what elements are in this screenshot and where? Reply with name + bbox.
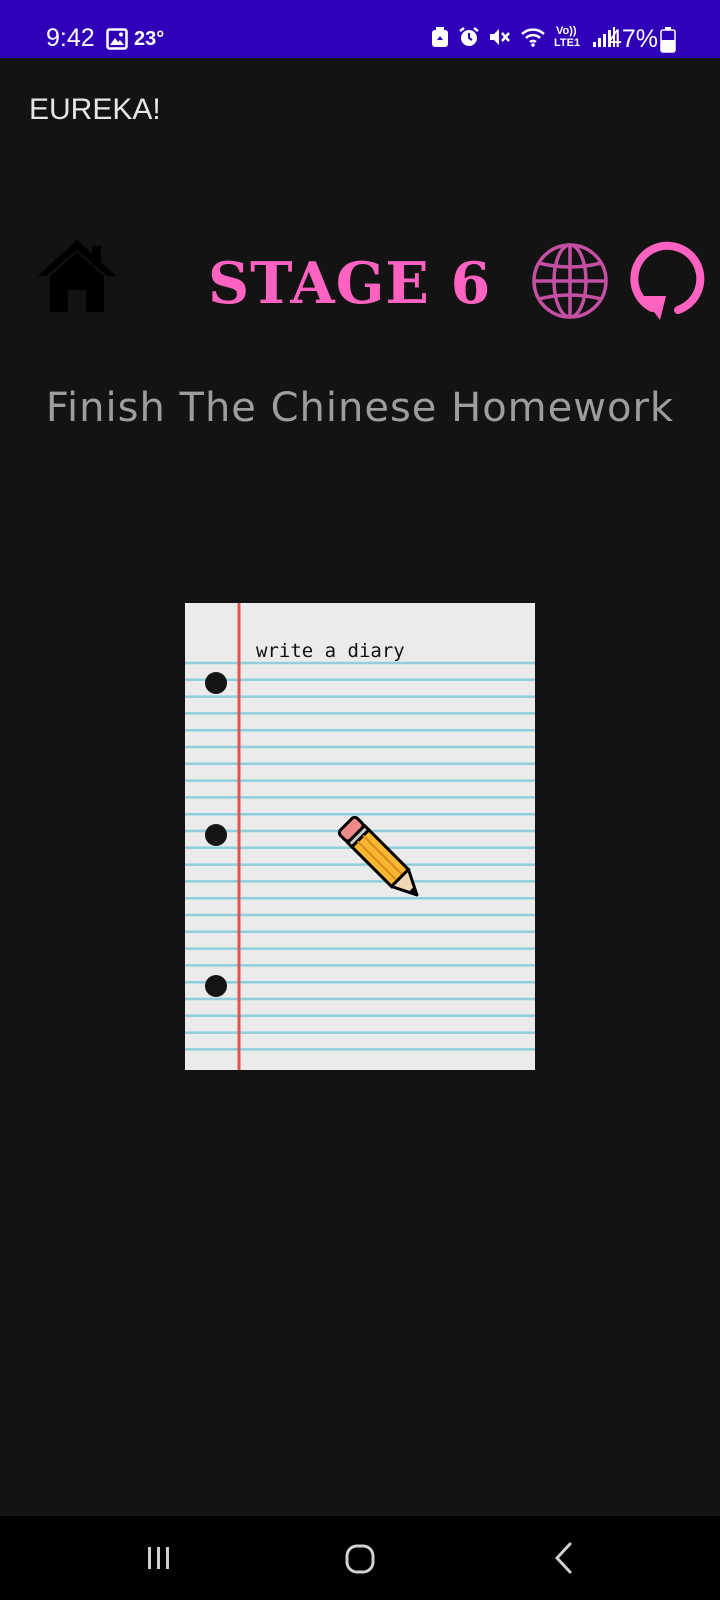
- game-screen: 9:42 23° Vo)) LTE1 47% EUREKA! STAGE 6 F…: [0, 0, 720, 1600]
- alarm-icon: [458, 26, 480, 52]
- language-button[interactable]: [530, 241, 610, 321]
- home-icon: [38, 240, 116, 312]
- home-circle-icon: [345, 1544, 375, 1574]
- status-time: 9:42: [46, 24, 95, 52]
- system-home-button[interactable]: [336, 1534, 384, 1582]
- wifi-icon: [520, 26, 546, 52]
- restart-button[interactable]: [626, 238, 706, 322]
- lte-bottom-label: LTE1: [554, 37, 581, 49]
- navigation-bar: [0, 1516, 720, 1600]
- status-icons: Vo)) LTE1: [430, 25, 616, 52]
- binder-hole: [205, 672, 227, 694]
- app-title: EUREKA!: [29, 93, 161, 126]
- status-temperature: 23°: [134, 28, 165, 50]
- status-bar: 9:42 23° Vo)) LTE1 47%: [0, 0, 720, 58]
- notebook-page[interactable]: write a diary: [185, 603, 535, 1070]
- binder-hole: [205, 975, 227, 997]
- level-title: Finish The Chinese Homework: [45, 385, 675, 431]
- mute-icon: [488, 26, 512, 52]
- lte-icon: Vo)) LTE1: [554, 25, 584, 51]
- notebook-caption: write a diary: [256, 640, 405, 662]
- back-button[interactable]: [540, 1534, 588, 1582]
- home-button[interactable]: [36, 238, 118, 314]
- pencil-icon: [337, 815, 419, 897]
- globe-icon: [532, 243, 608, 319]
- gallery-icon: [106, 28, 128, 54]
- lte-top-label: Vo)): [556, 25, 577, 37]
- restart-icon: [630, 241, 705, 320]
- back-icon: [554, 1542, 572, 1574]
- pencil-button[interactable]: [335, 813, 431, 909]
- recycle-icon: [430, 26, 450, 52]
- recents-button[interactable]: [135, 1534, 183, 1582]
- binder-hole: [205, 824, 227, 846]
- battery-percent: 47%: [608, 25, 659, 53]
- battery-icon: [660, 27, 676, 57]
- recents-icon: [148, 1547, 169, 1569]
- stage-label: STAGE 6: [208, 250, 492, 317]
